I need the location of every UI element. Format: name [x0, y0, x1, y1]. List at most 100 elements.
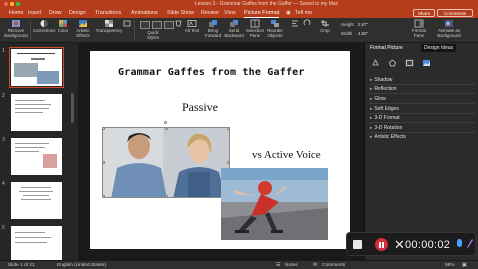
remove-background-button[interactable]: Remove Background [4, 19, 28, 38]
reorder-objects-button[interactable]: Reorder Objects [265, 19, 285, 38]
transparency-icon [105, 20, 113, 27]
resize-handle[interactable] [103, 195, 105, 197]
notes-icon[interactable]: ☰ [276, 261, 280, 269]
tab-design[interactable]: Design [69, 8, 86, 18]
resize-handle[interactable] [227, 161, 229, 164]
tab-transitions[interactable]: Transitions [95, 8, 121, 18]
width-field[interactable]: 4.82" [358, 31, 372, 37]
minimize-window-icon[interactable] [10, 2, 14, 6]
section-glow[interactable]: Glow [370, 95, 385, 103]
slide-thumbnail-2[interactable] [11, 94, 62, 131]
thumbnail-text-line [23, 195, 49, 196]
pause-recording-icon[interactable] [375, 238, 388, 251]
crop-button[interactable]: Crop [318, 19, 332, 33]
slide-thumbnail-1[interactable] [9, 47, 64, 88]
notes-button[interactable]: Notes [285, 261, 298, 269]
size-properties-icon[interactable] [405, 59, 414, 67]
close-window-icon[interactable] [4, 2, 8, 6]
corrections-icon [40, 20, 48, 27]
tab-home[interactable]: Home [9, 8, 23, 18]
artistic-effects-button[interactable]: Artistic Effects [73, 19, 93, 38]
thumbnail-scrollbar[interactable] [71, 93, 74, 123]
passive-text[interactable]: Passive [182, 100, 218, 115]
tab-design-ideas[interactable]: Design Ideas [421, 44, 457, 52]
color-button[interactable]: Color [56, 19, 70, 33]
language-status[interactable]: English (United States) [57, 261, 106, 269]
picture-tools-icon[interactable] [122, 19, 131, 28]
thumbnail-title-line [17, 53, 55, 54]
align-button[interactable] [290, 19, 299, 28]
picture-icon[interactable] [422, 59, 431, 67]
tab-draw[interactable]: Draw [49, 8, 62, 18]
thumbnail-text-line [21, 187, 51, 188]
thumbnail-text-line [21, 199, 51, 200]
share-button[interactable]: Share [413, 9, 435, 17]
resize-handle[interactable] [165, 128, 168, 130]
animate-as-background-icon [445, 20, 453, 27]
fit-slide-icon[interactable]: ▣ [462, 261, 467, 269]
pen-icon[interactable] [466, 238, 474, 250]
corrections-button[interactable]: Corrections [33, 19, 55, 33]
section-soft-edges[interactable]: Soft Edges [370, 105, 398, 113]
cancel-recording-icon[interactable]: ✕ [394, 236, 405, 254]
format-pane-icon [414, 19, 424, 28]
picture-style-3[interactable] [164, 21, 174, 29]
tell-me-icon[interactable]: ◉ [286, 8, 291, 18]
tab-insert[interactable]: Insert [28, 8, 41, 18]
resize-handle[interactable] [165, 195, 168, 197]
tab-view[interactable]: View [224, 8, 236, 18]
compress-icon [123, 20, 130, 27]
picture-style-2[interactable] [152, 21, 162, 29]
effects-icon[interactable] [388, 59, 397, 67]
alt-text-button[interactable]: Alt Text [184, 19, 200, 33]
microphone-icon[interactable] [457, 239, 462, 247]
fill-line-icon[interactable] [371, 59, 380, 67]
maximize-window-icon[interactable] [16, 2, 20, 6]
format-pane-button[interactable]: Format Pane [410, 19, 428, 38]
slide-thumbnail-4[interactable] [11, 182, 62, 219]
picture-border-button[interactable] [174, 19, 182, 28]
tab-tell-me[interactable]: Tell me [295, 8, 312, 18]
section-divider [369, 93, 475, 94]
section-reflection[interactable]: Reflection [370, 85, 396, 93]
resize-handle[interactable] [227, 128, 229, 130]
slide-thumbnail-3[interactable] [11, 138, 62, 175]
resize-handle[interactable] [103, 161, 105, 164]
section-shadow[interactable]: Shadow [370, 76, 392, 84]
passive-people-photo[interactable] [102, 127, 230, 198]
stop-recording-icon[interactable] [353, 240, 362, 249]
slide-thumbnail-5[interactable] [11, 226, 62, 263]
section-artistic-effects[interactable]: Artistic Effects [370, 133, 406, 141]
format-picture-panel: Format Picture Design Ideas Shadow Refle… [364, 43, 478, 260]
tab-animations[interactable]: Animations [131, 8, 158, 18]
comments-button[interactable]: Comments [437, 9, 473, 17]
picture-style-1[interactable] [140, 21, 150, 29]
toolbar-divider [134, 21, 135, 40]
quick-styles-button[interactable]: Quick Styles [144, 30, 162, 40]
bring-forward-button[interactable]: Bring Forward [203, 19, 223, 38]
zoom-level[interactable]: 98% [445, 261, 455, 269]
animate-as-background-button[interactable]: Animate as Background [432, 19, 466, 38]
screen-recording-controls: ✕ 00:00:02 [346, 232, 476, 256]
tab-slide-show[interactable]: Slide Show [167, 8, 194, 18]
resize-handle[interactable] [103, 128, 105, 130]
section-divider [369, 103, 475, 104]
slide-title[interactable]: Grammar Gaffes from the Gaffer [118, 67, 305, 78]
rotate-handle[interactable] [164, 121, 167, 124]
section-3d-rotation[interactable]: 3-D Rotation [370, 124, 402, 132]
tab-picture-format[interactable]: Picture Format [244, 8, 280, 18]
ribbon-tabs: Home Insert Draw Design Transitions Anim… [0, 8, 478, 18]
active-skater-photo[interactable] [221, 168, 328, 240]
comments-icon[interactable]: ✉ [313, 261, 317, 269]
tab-format-picture[interactable]: Format Picture [370, 44, 403, 52]
tab-review[interactable]: Review [201, 8, 219, 18]
height-field[interactable]: 2.67" [358, 22, 372, 28]
section-3d-format[interactable]: 3-D Format [370, 114, 399, 122]
active-voice-text[interactable]: vs Active Voice [252, 149, 321, 161]
rotate-button[interactable] [302, 19, 311, 28]
send-backward-button[interactable]: Send Backward [223, 19, 245, 38]
selection-pane-button[interactable]: Selection Pane [245, 19, 265, 38]
slide[interactable]: Grammar Gaffes from the Gaffer Passive v… [90, 51, 350, 249]
comments-status-button[interactable]: Comments [322, 261, 345, 269]
transparency-button[interactable]: Transparency [95, 19, 123, 33]
